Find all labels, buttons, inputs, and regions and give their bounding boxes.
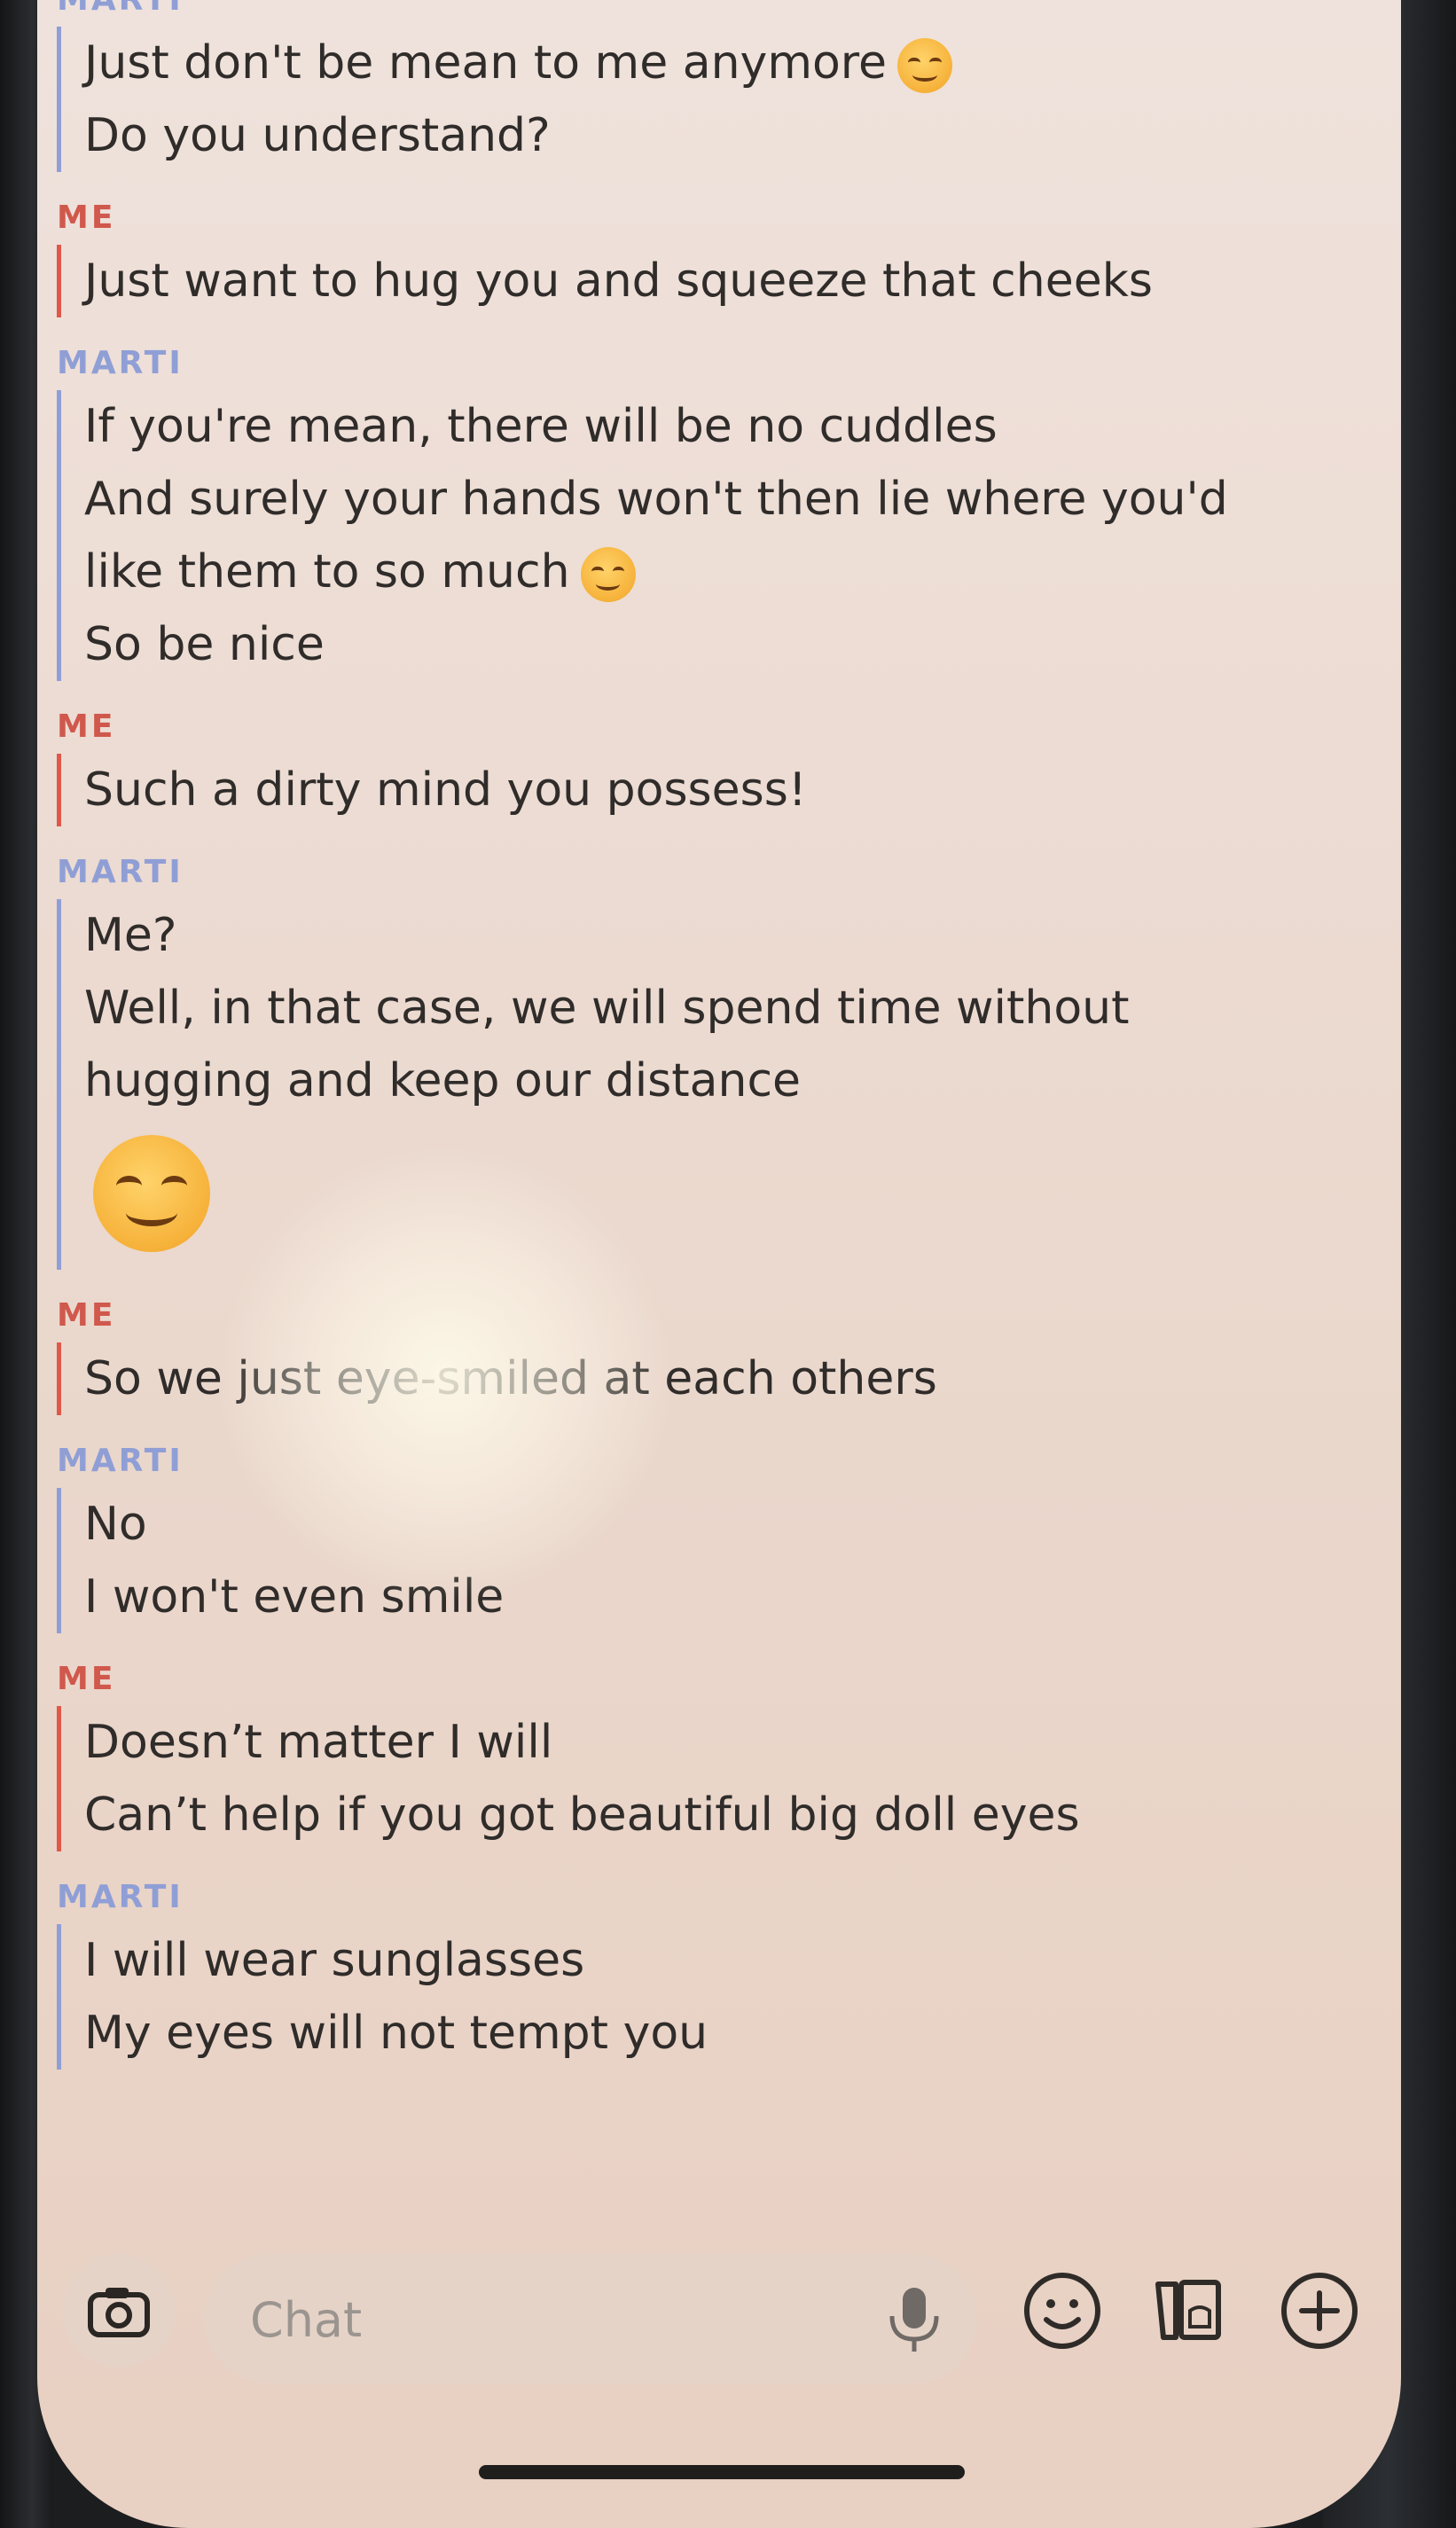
message-block[interactable]: If you're mean, there will be no cuddles…: [57, 390, 1401, 681]
message-block[interactable]: I will wear sunglasses My eyes will not t…: [57, 1924, 1401, 2070]
message-line: I will wear sunglasses: [84, 1924, 1401, 1997]
sender-label: MARTI: [57, 854, 184, 890]
message-block[interactable]: Me? Well, in that case, we will spend tim…: [57, 899, 1401, 1270]
sender-label: MARTI: [57, 1443, 184, 1479]
message-group: MARTI Just don't be mean to me anymore Do …: [57, 0, 1401, 172]
message-line: Well, in that case, we will spend time w…: [84, 972, 1401, 1045]
message-text: Do you understand?: [84, 109, 551, 162]
sender-label: MARTI: [57, 0, 1401, 20]
chat-input-container: [204, 2254, 977, 2383]
smiling-eyes-emoji: [93, 1135, 210, 1252]
chat-input[interactable]: [248, 2281, 819, 2359]
message-line: No: [84, 1488, 1401, 1561]
steam-face-emoji: [897, 38, 953, 93]
message-text: Well, in that case, we will spend time w…: [84, 982, 1130, 1035]
camera-icon: [88, 2288, 150, 2337]
message-text: No: [84, 1498, 147, 1551]
message-group: ME So we just eye-smiled at each others: [57, 1296, 1401, 1415]
camera-button[interactable]: [62, 2254, 176, 2368]
sender-label: MARTI: [57, 345, 184, 381]
message-line: My eyes will not tempt you: [84, 1997, 1401, 2070]
message-block[interactable]: Such a dirty mind you possess!: [57, 754, 1401, 826]
message-text: If you're mean, there will be no cuddles: [84, 400, 998, 453]
message-group: MARTI If you're mean, there will be no cu…: [57, 344, 1401, 681]
message-group: ME Such a dirty mind you possess!: [57, 708, 1401, 826]
message-line: Me?: [84, 899, 1401, 972]
message-block[interactable]: No I won't even smile: [57, 1488, 1401, 1633]
message-line: And surely your hands won't then lie whe…: [84, 463, 1401, 536]
plus-icon[interactable]: [1277, 2268, 1362, 2353]
message-block[interactable]: Just don't be mean to me anymore Do you u…: [57, 27, 1401, 172]
message-text: And surely your hands won't then lie whe…: [84, 473, 1228, 526]
sender-label: ME: [57, 708, 116, 745]
message-line: Can’t help if you got beautiful big doll…: [84, 1779, 1401, 1851]
chat-input-bar: [37, 2250, 1401, 2385]
message-list[interactable]: MARTI Just don't be mean to me anymore Do …: [37, 0, 1401, 2096]
home-indicator[interactable]: [479, 2465, 965, 2479]
message-block[interactable]: Just want to hug you and squeeze that ch…: [57, 245, 1401, 317]
sender-label: ME: [57, 200, 116, 236]
message-text: My eyes will not tempt you: [84, 2007, 708, 2060]
message-group: MARTI No I won't even smile: [57, 1442, 1401, 1633]
chat-screen: MARTI Just don't be mean to me anymore Do …: [37, 0, 1401, 2528]
smiley-icon[interactable]: [1020, 2268, 1105, 2353]
message-group: MARTI I will wear sunglasses My eyes will …: [57, 1878, 1401, 2070]
message-text: So be nice: [84, 618, 325, 671]
message-line: Just don't be mean to me anymore: [84, 27, 1401, 99]
message-text: Such a dirty mind you possess!: [84, 763, 807, 817]
message-text: like them to so much: [84, 545, 570, 599]
message-line: If you're mean, there will be no cuddles: [84, 390, 1401, 463]
message-line: So be nice: [84, 608, 1401, 681]
message-line: So we just eye-smiled at each others: [84, 1342, 1401, 1415]
message-line: I won't even smile: [84, 1561, 1401, 1633]
sticker-cards-icon[interactable]: [1146, 2268, 1231, 2353]
message-group: ME Just want to hug you and squeeze that …: [57, 199, 1401, 317]
message-line: Such a dirty mind you possess!: [84, 754, 1401, 826]
message-block[interactable]: Doesn’t matter I will Can’t help if you g…: [57, 1706, 1401, 1851]
message-group: MARTI Me? Well, in that case, we will spen…: [57, 853, 1401, 1270]
message-line: hugging and keep our distance: [84, 1045, 1401, 1117]
message-block[interactable]: So we just eye-smiled at each others: [57, 1342, 1401, 1415]
message-group: ME Doesn’t matter I will Can’t help if you…: [57, 1660, 1401, 1851]
message-text: I will wear sunglasses: [84, 1934, 585, 1987]
message-text: Me?: [84, 909, 177, 962]
message-line: like them to so much: [84, 536, 1401, 608]
message-text: Just don't be mean to me anymore: [84, 36, 888, 90]
microphone-icon[interactable]: [883, 2284, 945, 2355]
message-text: hugging and keep our distance: [84, 1054, 802, 1107]
message-text: So we just eye-smiled at each others: [84, 1352, 937, 1405]
message-line: Do you understand?: [84, 99, 1401, 172]
sender-label: MARTI: [57, 1879, 184, 1915]
sender-label: ME: [57, 1661, 116, 1697]
message-text: Can’t help if you got beautiful big doll…: [84, 1788, 1080, 1842]
message-line: Just want to hug you and squeeze that ch…: [84, 245, 1401, 317]
message-text: Doesn’t matter I will: [84, 1716, 553, 1769]
message-line: Doesn’t matter I will: [84, 1706, 1401, 1779]
message-text: I won't even smile: [84, 1570, 505, 1624]
relieved-face-emoji: [580, 547, 636, 602]
sender-label: ME: [57, 1297, 116, 1334]
message-text: Just want to hug you and squeeze that ch…: [84, 254, 1153, 308]
